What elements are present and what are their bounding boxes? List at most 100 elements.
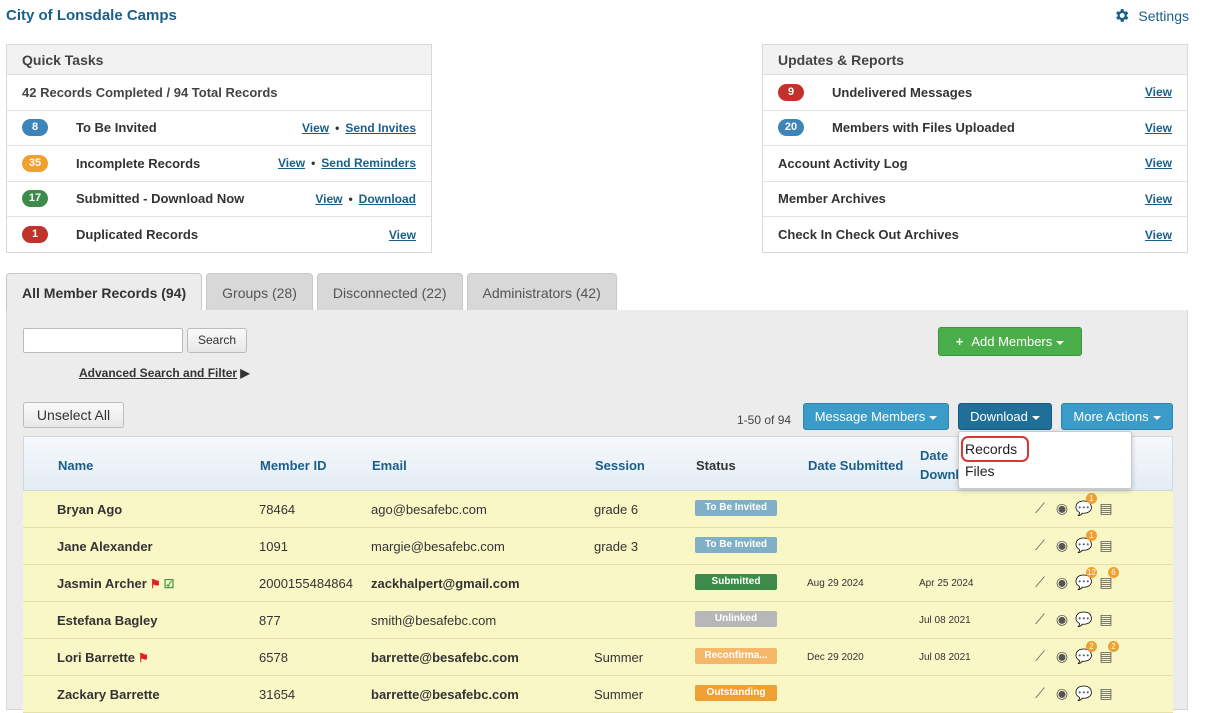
add-members-label: Add Members — [971, 334, 1053, 349]
table-row[interactable]: Jane Alexander 1091 margie@besafebc.com gra… — [23, 528, 1173, 565]
member-email: barrette@besafebc.com — [371, 650, 519, 665]
member-name[interactable]: Zackary Barrette — [57, 687, 160, 702]
table-row[interactable]: Bryan Ago 78464 ago@besafebc.com grade 6 To … — [23, 491, 1173, 528]
table-row[interactable]: Estefana Bagley 877 smith@besafebc.com Unli… — [23, 602, 1173, 639]
paperclip-icon[interactable]: ⟋ — [1031, 610, 1049, 628]
col-member-id[interactable]: Member ID — [260, 458, 326, 473]
member-session: Summer — [594, 650, 644, 665]
member-session: grade 6 — [594, 502, 639, 517]
unselect-all-button[interactable]: Unselect All — [23, 402, 124, 428]
col-date-submitted[interactable]: Date Submitted — [808, 458, 903, 473]
comment-icon[interactable]: 💬 — [1075, 610, 1093, 628]
tab-all-member-records[interactable]: All Member Records (94) — [6, 273, 203, 311]
update-row-files-uploaded: 20 Members with Files Uploaded View — [763, 111, 1187, 146]
paperclip-icon[interactable]: ⟋ — [1031, 573, 1049, 591]
tab-administrators[interactable]: Administrators (42) — [466, 273, 617, 311]
note-icon[interactable]: ▤ — [1097, 499, 1115, 517]
table-row[interactable]: Lori Barrette ⚑ 6578 barrette@besafebc.com S… — [23, 639, 1173, 676]
view-link[interactable]: View — [389, 228, 416, 242]
status-badge: To Be Invited — [695, 537, 777, 553]
menu-item-files[interactable]: Files — [965, 463, 995, 479]
view-link[interactable]: View — [1145, 85, 1172, 99]
count-badge: 35 — [22, 154, 48, 172]
separator-dot: • — [335, 120, 340, 135]
quick-tasks-title: Quick Tasks — [7, 45, 431, 75]
view-link[interactable]: View — [302, 121, 329, 135]
search-button[interactable]: Search — [187, 328, 247, 353]
download-link[interactable]: Download — [359, 192, 416, 206]
member-name[interactable]: Lori Barrette ⚑ — [57, 650, 149, 665]
comment-icon[interactable]: 💬 2 — [1075, 641, 1097, 665]
paperclip-icon[interactable]: ⟋ — [1031, 536, 1049, 554]
table-row[interactable]: Jasmin Archer ⚑ ☑ 2000155484864 zackhalpert@… — [23, 565, 1173, 602]
note-icon[interactable]: ▤ — [1097, 536, 1115, 554]
view-link[interactable]: View — [315, 192, 342, 206]
member-email: ago@besafebc.com — [371, 502, 487, 517]
search-input[interactable] — [23, 328, 183, 353]
tab-groups[interactable]: Groups (28) — [206, 273, 313, 311]
paperclip-icon[interactable]: ⟋ — [1031, 684, 1049, 702]
task-row-to-be-invited: 8 To Be Invited View • Send Invites — [7, 111, 431, 146]
table-row[interactable]: Zackary Barrette 31654 barrette@besafebc.c… — [23, 676, 1173, 713]
col-date-downloaded-line2[interactable]: Downl — [920, 467, 959, 482]
note-icon[interactable]: ▤ 2 — [1097, 641, 1119, 665]
member-session: Summer — [594, 687, 644, 702]
record-count: 1-50 of 94 — [737, 413, 792, 427]
quick-tasks-panel: Quick Tasks 42 Records Completed / 94 To… — [6, 44, 432, 253]
view-link[interactable]: View — [1145, 156, 1172, 170]
view-icon[interactable]: ◉ — [1053, 684, 1071, 702]
more-actions-button[interactable]: More Actions — [1061, 403, 1173, 430]
comment-count-badge: 2 — [1086, 641, 1097, 652]
col-email[interactable]: Email — [372, 458, 407, 473]
task-links: View • Send Reminders — [278, 156, 416, 170]
send-invites-link[interactable]: Send Invites — [345, 121, 416, 135]
comment-icon[interactable]: 💬 — [1075, 684, 1093, 702]
tab-disconnected[interactable]: Disconnected (22) — [316, 273, 463, 311]
col-name[interactable]: Name — [58, 458, 93, 473]
plus-icon: + — [955, 334, 964, 349]
col-session[interactable]: Session — [595, 458, 645, 473]
note-icon[interactable]: ▤ 6 — [1097, 567, 1119, 591]
update-links: View — [1145, 192, 1172, 206]
advanced-search[interactable]: Advanced Search and Filter ▶ — [79, 366, 250, 380]
member-session: grade 3 — [594, 539, 639, 554]
member-name[interactable]: Jasmin Archer ⚑ ☑ — [57, 576, 174, 591]
settings-label: Settings — [1138, 7, 1189, 24]
note-icon[interactable]: ▤ — [1097, 684, 1115, 702]
note-icon[interactable]: ▤ — [1097, 610, 1115, 628]
paperclip-icon[interactable]: ⟋ — [1031, 647, 1049, 665]
view-icon[interactable]: ◉ — [1053, 536, 1071, 554]
advanced-search-link[interactable]: Advanced Search and Filter — [79, 366, 237, 380]
view-link[interactable]: View — [278, 156, 305, 170]
task-label: To Be Invited — [76, 120, 157, 136]
member-email: zackhalpert@gmail.com — [371, 576, 520, 591]
row-actions: ⟋ ◉ 💬 2 ▤ 2 — [1031, 641, 1119, 665]
member-id: 6578 — [259, 650, 288, 665]
menu-item-records[interactable]: Records — [965, 441, 1017, 457]
view-icon[interactable]: ◉ — [1053, 647, 1071, 665]
comment-icon[interactable]: 💬 1 — [1075, 493, 1097, 517]
settings-button[interactable]: Settings — [1113, 7, 1189, 24]
member-name[interactable]: Bryan Ago — [57, 502, 122, 517]
message-members-button[interactable]: Message Members — [803, 403, 949, 430]
send-reminders-link[interactable]: Send Reminders — [321, 156, 416, 170]
download-button[interactable]: Download — [958, 403, 1052, 430]
update-label: Check In Check Out Archives — [778, 227, 959, 243]
view-link[interactable]: View — [1145, 121, 1172, 135]
view-icon[interactable]: ◉ — [1053, 573, 1071, 591]
view-icon[interactable]: ◉ — [1053, 499, 1071, 517]
paperclip-icon[interactable]: ⟋ — [1031, 499, 1049, 517]
view-icon[interactable]: ◉ — [1053, 610, 1071, 628]
member-name[interactable]: Jane Alexander — [57, 539, 153, 554]
gear-icon — [1116, 9, 1129, 22]
col-date-downloaded-line1[interactable]: Date — [920, 448, 948, 463]
add-members-button[interactable]: + Add Members — [938, 327, 1082, 356]
member-name[interactable]: Estefana Bagley — [57, 613, 157, 628]
comment-icon[interactable]: 💬 12 — [1075, 567, 1097, 591]
view-link[interactable]: View — [1145, 228, 1172, 242]
col-status[interactable]: Status — [696, 458, 736, 473]
update-label: Member Archives — [778, 191, 886, 207]
view-link[interactable]: View — [1145, 192, 1172, 206]
comment-count-badge: 12 — [1086, 567, 1097, 578]
comment-icon[interactable]: 💬 1 — [1075, 530, 1097, 554]
